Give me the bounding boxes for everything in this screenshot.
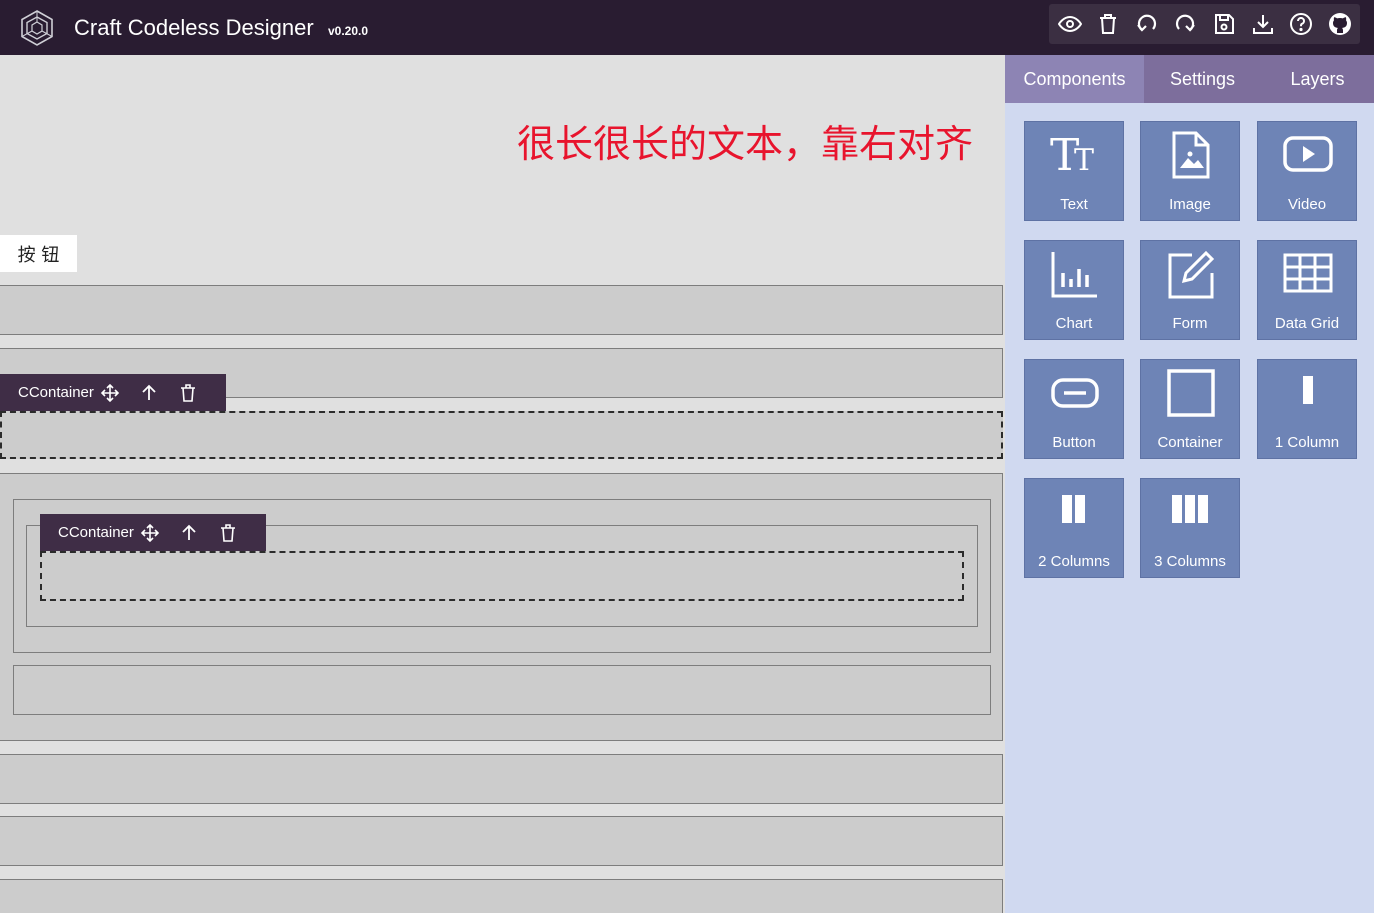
data-grid-icon [1283, 253, 1333, 293]
selection-label: CContainer [18, 384, 94, 401]
arrow-up-icon[interactable] [139, 383, 159, 403]
panel-tabs: Components Settings Layers [1005, 55, 1374, 103]
save-icon[interactable] [1212, 12, 1236, 36]
download-icon[interactable] [1251, 12, 1275, 36]
component-label: Data Grid [1274, 315, 1340, 332]
component-two-columns[interactable]: 2 Columns [1024, 478, 1124, 578]
side-panel: Components Settings Layers T T Text Imag… [1005, 55, 1374, 913]
container-block[interactable] [0, 285, 1003, 335]
tab-layers[interactable]: Layers [1261, 55, 1374, 103]
undo-icon[interactable] [1135, 12, 1159, 36]
svg-text:T: T [1074, 143, 1094, 178]
component-label: 3 Columns [1154, 553, 1226, 570]
app-logo-icon [18, 9, 56, 47]
component-label: Image [1169, 196, 1211, 213]
component-video[interactable]: Video [1257, 121, 1357, 221]
move-icon[interactable] [140, 523, 160, 543]
text-icon: T T [1050, 130, 1094, 180]
selected-container[interactable] [0, 411, 1003, 459]
component-label: 1 Column [1274, 434, 1340, 451]
right-aligned-text[interactable]: 很长很长的文本，靠右对齐 [517, 113, 973, 168]
header-toolbar [1049, 4, 1360, 44]
container-block[interactable] [0, 754, 1003, 804]
component-label: 2 Columns [1038, 553, 1110, 570]
move-icon[interactable] [100, 383, 120, 403]
tab-settings[interactable]: Settings [1144, 55, 1261, 103]
selection-toolbar: CContainer [40, 514, 266, 551]
container-block[interactable] [0, 816, 1003, 866]
canvas-button[interactable]: 按 钮 [0, 235, 77, 272]
preview-eye-icon[interactable] [1058, 12, 1082, 36]
github-icon[interactable] [1328, 12, 1352, 36]
selection-label: CContainer [58, 524, 134, 541]
selected-container[interactable] [40, 551, 964, 601]
three-columns-icon [1172, 495, 1208, 523]
component-container[interactable]: Container [1140, 359, 1240, 459]
nested-container[interactable] [13, 665, 991, 715]
trash-icon[interactable] [1096, 12, 1120, 36]
selection-toolbar: CContainer [0, 374, 226, 411]
app-title: Craft Codeless Designer [74, 15, 314, 40]
component-label: Container [1157, 434, 1223, 451]
redo-icon[interactable] [1173, 12, 1197, 36]
arrow-up-icon[interactable] [179, 523, 199, 543]
component-label: Form [1172, 315, 1208, 332]
design-canvas[interactable]: 很长很长的文本，靠右对齐 按 钮 CContainer CContainer [0, 55, 1005, 913]
component-label: Button [1052, 434, 1096, 451]
app-header: Craft Codeless Designer v0.20.0 [0, 0, 1374, 55]
button-icon [1051, 378, 1099, 408]
component-label: Video [1287, 196, 1327, 213]
two-columns-icon [1062, 495, 1085, 523]
one-column-icon [1303, 376, 1313, 404]
component-one-column[interactable]: 1 Column [1257, 359, 1357, 459]
component-text[interactable]: T T Text [1024, 121, 1124, 221]
component-form[interactable]: Form [1140, 240, 1240, 340]
delete-icon[interactable] [218, 523, 238, 543]
video-icon [1283, 136, 1333, 172]
version-label: v0.20.0 [328, 24, 369, 38]
delete-icon[interactable] [178, 383, 198, 403]
image-icon [1172, 131, 1210, 179]
component-data-grid[interactable]: Data Grid [1257, 240, 1357, 340]
component-button[interactable]: Button [1024, 359, 1124, 459]
component-three-columns[interactable]: 3 Columns [1140, 478, 1240, 578]
component-chart[interactable]: Chart [1024, 240, 1124, 340]
component-label: Text [1060, 196, 1088, 213]
chart-icon [1051, 252, 1097, 298]
form-icon [1168, 250, 1215, 299]
help-icon[interactable] [1289, 12, 1313, 36]
component-label: Chart [1055, 315, 1093, 332]
container-icon [1167, 369, 1215, 417]
component-image[interactable]: Image [1140, 121, 1240, 221]
container-block[interactable] [0, 879, 1003, 913]
tab-components[interactable]: Components [1005, 55, 1144, 103]
